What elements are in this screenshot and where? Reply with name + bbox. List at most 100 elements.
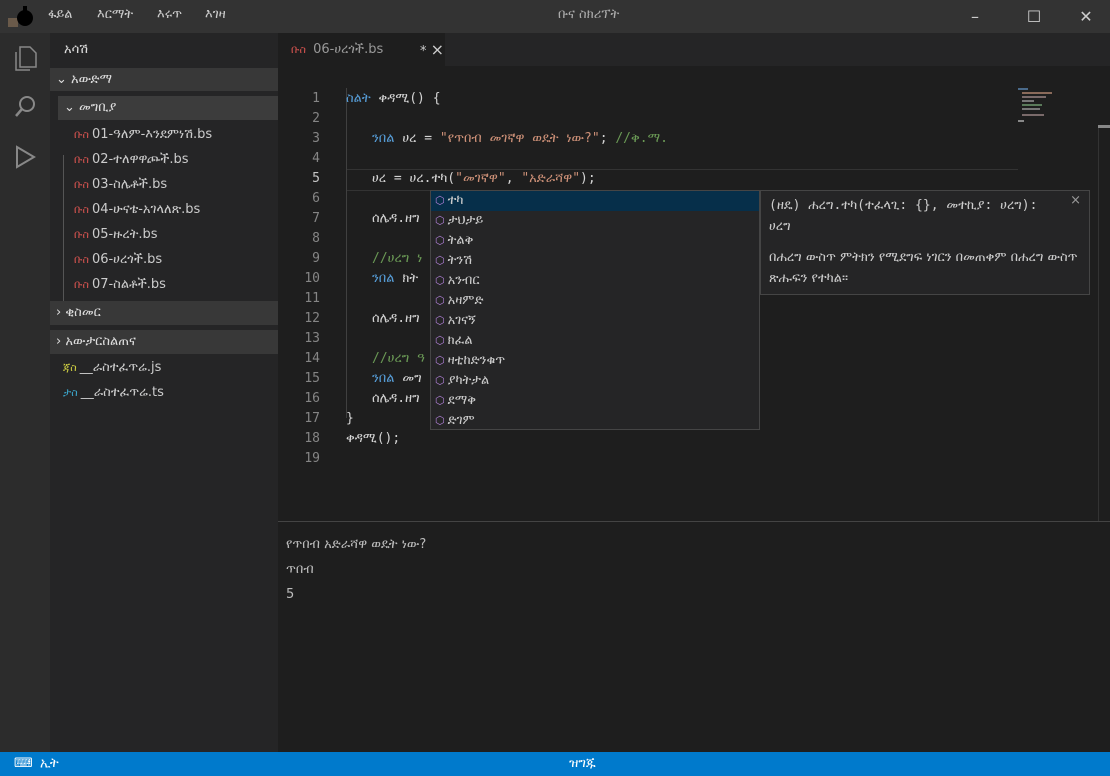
file-item[interactable]: ቡስ 04-ሁናቴ-አገላለጽ.bs bbox=[74, 199, 212, 224]
close-details-icon[interactable]: × bbox=[1070, 193, 1081, 208]
file-item[interactable]: ቡስ 06-ሀረጎች.bs bbox=[74, 249, 212, 274]
suggestion-item[interactable]: ⬡ ደማቅ bbox=[431, 391, 759, 411]
minimize-button[interactable]: – bbox=[955, 4, 995, 30]
line-number: 6 bbox=[312, 191, 320, 206]
line-number: 9 bbox=[312, 251, 320, 266]
code-line: ስልት ቀዳሚ() { bbox=[346, 91, 441, 106]
line-number: 4 bbox=[312, 151, 320, 166]
line-number: 5 bbox=[312, 171, 320, 186]
bunascript-file-icon: ቡስ bbox=[74, 278, 89, 291]
file-item[interactable]: ቡስ 05-ዙረት.bs bbox=[74, 224, 212, 249]
suggestion-item[interactable]: ⬡ ታህታይ bbox=[431, 211, 759, 231]
method-documentation: በሐረግ ውስጥ ምትክን የሚደግፍ ነገርን በመጠቀም በሐረግ ውስጥ … bbox=[769, 250, 1078, 286]
file-name: 03-ስሌቶች.bs bbox=[91, 177, 168, 192]
method-icon: ⬡ bbox=[435, 414, 445, 427]
tab-bar: ቡስ 06-ሀረጎች.bs * × bbox=[278, 33, 1110, 66]
line-number: 12 bbox=[304, 311, 320, 326]
file-item[interactable]: ታስ __ራስተፈጥሬ.ts bbox=[63, 382, 164, 407]
output-panel: የጥበብ አድራሻዋ ወዴት ነው? ጥበብ 5 bbox=[278, 521, 1110, 752]
suggestion-item[interactable]: ⬡ አንብር bbox=[431, 271, 759, 291]
line-number: 14 bbox=[304, 351, 320, 366]
bunascript-file-icon: ቡስ bbox=[74, 203, 89, 216]
suggestion-item[interactable]: ⬡ ድገም bbox=[431, 411, 759, 431]
suggestion-item[interactable]: ⬡ አዛምድ bbox=[431, 291, 759, 311]
file-name: __ራስተፈጥሬ.ts bbox=[80, 385, 164, 400]
window-title: ቡና ስክሪፕት bbox=[558, 7, 620, 22]
explorer-header: አሳሽ bbox=[64, 42, 89, 57]
line-number: 16 bbox=[304, 391, 320, 406]
title-bar: ፋይል እርማት እሩጥ እገዛ ቡና ስክሪፕት – ☐ ✕ bbox=[0, 0, 1110, 33]
method-icon: ⬡ bbox=[435, 354, 445, 367]
maximize-button[interactable]: ☐ bbox=[1014, 4, 1054, 30]
method-icon: ⬡ bbox=[435, 274, 445, 287]
file-name: 06-ሀረጎች.bs bbox=[91, 252, 163, 267]
editor-scrollbar[interactable] bbox=[1098, 126, 1110, 521]
menu-run[interactable]: እሩጥ bbox=[157, 7, 182, 22]
method-icon: ⬡ bbox=[435, 334, 445, 347]
suggestion-item[interactable]: ⬡ ትንሽ bbox=[431, 251, 759, 271]
file-item[interactable]: ቡስ 02-ተለዋዋጮች.bs bbox=[74, 149, 212, 174]
code-line: //ሀረግ ነ bbox=[372, 251, 423, 266]
suggestion-item[interactable]: ⬡ ተካ bbox=[431, 191, 759, 211]
code-line: ሰሌዳ.ዘግ bbox=[372, 391, 420, 406]
status-bar: ⌨ ኢት ዝግጁ bbox=[0, 752, 1110, 776]
file-item[interactable]: ጃስ __ራስተፈጥሬ.js bbox=[63, 357, 164, 382]
file-name: 02-ተለዋዋጮች.bs bbox=[91, 152, 189, 167]
file-item[interactable]: ቡስ 03-ስሌቶች.bs bbox=[74, 174, 212, 199]
menu-edit[interactable]: እርማት bbox=[97, 7, 133, 22]
code-line: ንበል ሀረ = "የጥበብ መገኛዋ ወዴት ነው?"; //ቅ.ማ. bbox=[372, 131, 668, 146]
indent-guide bbox=[346, 88, 347, 418]
output-line: 5 bbox=[286, 587, 295, 602]
line-number: 19 bbox=[304, 451, 320, 466]
method-icon: ⬡ bbox=[435, 234, 445, 247]
explorer-sidebar: አሳሽ ⌄ አውድማ ⌄ መግቢያ ቡስ 01-ዓለም-እንደምነሽ.bs ቡስ 0… bbox=[50, 33, 278, 752]
suggestion-item[interactable]: ⬡ ዛቲከድንቁጥ bbox=[431, 351, 759, 371]
method-signature: (ዘዴ) ሐረግ.ተካ(ተፈላጊ: {}, መተኪያ: ሀረግ): ሀረግ bbox=[769, 198, 1038, 234]
suggestion-item[interactable]: ⬡ ያካትታል bbox=[431, 371, 759, 391]
section-network[interactable]: › አውታርስልጠና bbox=[50, 330, 278, 354]
method-icon: ⬡ bbox=[435, 214, 445, 227]
section-label: ቂስመር bbox=[65, 305, 101, 320]
file-name: 05-ዙረት.bs bbox=[91, 227, 158, 242]
file-name: 07-ስልቶች.bs bbox=[91, 277, 166, 292]
suggestion-item[interactable]: ⬡ ክፈል bbox=[431, 331, 759, 351]
line-number: 10 bbox=[304, 271, 320, 286]
language-indicator[interactable]: ኢት bbox=[40, 752, 59, 776]
search-icon[interactable] bbox=[0, 85, 50, 129]
code-line: //ሀረግ ዓ bbox=[372, 351, 425, 366]
suggestion-item[interactable]: ⬡ ትልቅ bbox=[431, 231, 759, 251]
section-label: አውታርስልጠና bbox=[65, 334, 136, 349]
line-number: 17 bbox=[304, 411, 320, 426]
code-line: ሰሌዳ.ዘግ bbox=[372, 311, 420, 326]
bunascript-file-icon: ቡስ bbox=[74, 228, 89, 241]
line-number: 15 bbox=[304, 371, 320, 386]
file-item[interactable]: ቡስ 07-ስልቶች.bs bbox=[74, 274, 212, 299]
workspace-section[interactable]: ⌄ አውድማ bbox=[50, 68, 278, 91]
scrollbar-thumb[interactable] bbox=[1098, 125, 1110, 128]
minimap[interactable] bbox=[1018, 88, 1068, 128]
activity-bar bbox=[0, 33, 50, 752]
explorer-icon[interactable] bbox=[0, 37, 50, 81]
menu-help[interactable]: እገዛ bbox=[205, 7, 226, 22]
code-line: ቀዳሚ(); bbox=[346, 431, 401, 446]
autocomplete-suggestions: ⬡ ተካ ⬡ ታህታይ ⬡ ትልቅ ⬡ ትንሽ ⬡ አንብር ⬡ አዛምድ ⬡ አገናኝ ⬡ ክ… bbox=[430, 190, 760, 430]
suggestion-details: (ዘዴ) ሐረግ.ተካ(ተፈላጊ: {}, መተኪያ: ሀረግ): ሀረግ በሐ… bbox=[760, 190, 1090, 295]
file-item[interactable]: ቡስ 01-ዓለም-እንደምነሽ.bs bbox=[74, 124, 212, 149]
status-state: ዝግጁ bbox=[569, 756, 596, 771]
file-name: 01-ዓለም-እንደምነሽ.bs bbox=[91, 127, 213, 142]
app-logo-icon bbox=[8, 6, 33, 27]
bunascript-file-icon: ቡስ bbox=[74, 178, 89, 191]
folder-intro[interactable]: ⌄ መግቢያ bbox=[58, 96, 278, 120]
keyboard-icon[interactable]: ⌨ bbox=[14, 752, 33, 776]
code-line: ንበል ክት bbox=[372, 271, 419, 286]
method-icon: ⬡ bbox=[435, 394, 445, 407]
suggestion-item[interactable]: ⬡ አገናኝ bbox=[431, 311, 759, 331]
tab-close-icon[interactable]: * × bbox=[420, 33, 444, 68]
run-icon[interactable] bbox=[0, 135, 50, 179]
menu-file[interactable]: ፋይል bbox=[48, 7, 73, 22]
close-window-button[interactable]: ✕ bbox=[1066, 4, 1106, 30]
line-number: 1 bbox=[312, 91, 320, 106]
section-qismer[interactable]: › ቂስመር bbox=[50, 301, 278, 325]
method-icon: ⬡ bbox=[435, 294, 445, 307]
tab-active-file[interactable]: ቡስ 06-ሀረጎች.bs * × bbox=[278, 33, 445, 66]
